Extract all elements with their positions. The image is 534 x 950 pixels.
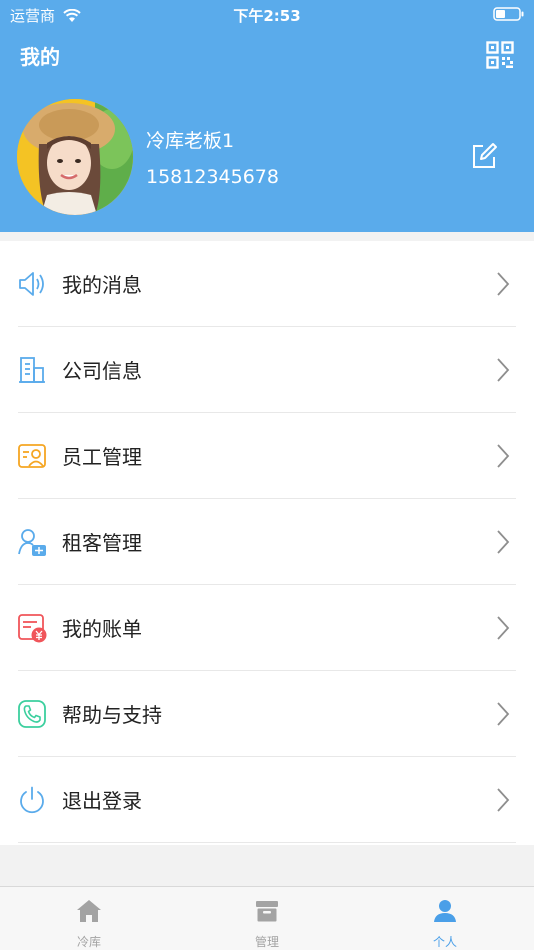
menu-item-label: 我的账单 [62, 617, 142, 641]
menu-item-label: 公司信息 [62, 359, 142, 383]
avatar[interactable] [17, 99, 133, 215]
staff-card-icon [18, 444, 46, 468]
tab-label: 管理 [254, 935, 279, 949]
page-title: 我的 [20, 45, 60, 69]
phone-support-icon [18, 700, 46, 728]
menu-item-label: 我的消息 [62, 273, 142, 297]
menu-item-my-bills[interactable]: 我的账单 [0, 585, 534, 671]
menu-item-label: 租客管理 [62, 531, 142, 555]
user-name: 冷库老板1 [146, 130, 235, 152]
edit-icon[interactable] [470, 142, 498, 170]
tab-management[interactable]: 管理 [178, 887, 356, 950]
menu-item-label: 帮助与支持 [62, 703, 162, 727]
tenant-icon [18, 529, 46, 556]
bill-icon [18, 614, 47, 643]
menu-item-staff-management[interactable]: 员工管理 [0, 413, 534, 499]
tab-cold-storage[interactable]: 冷库 [0, 887, 178, 950]
tab-personal[interactable]: 个人 [356, 887, 534, 950]
divider [18, 842, 516, 843]
avatar-photo [17, 99, 133, 215]
tab-bar: 冷库 管理 个人 [0, 886, 534, 950]
menu-item-help-support[interactable]: 帮助与支持 [0, 671, 534, 757]
chevron-right-icon [497, 272, 510, 296]
menu-list: 我的消息 公司信息 员工管理 租客管理 我的账单 帮助与支持 退出登录 [0, 241, 534, 845]
chevron-right-icon [497, 702, 510, 726]
status-time: 下午2:53 [233, 7, 301, 25]
person-icon [434, 900, 456, 922]
chevron-right-icon [497, 530, 510, 554]
chevron-right-icon [497, 358, 510, 382]
speaker-icon [19, 272, 44, 296]
menu-item-tenant-management[interactable]: 租客管理 [0, 499, 534, 585]
archive-box-icon [256, 901, 278, 922]
building-icon [19, 357, 45, 383]
menu-item-label: 员工管理 [62, 445, 142, 469]
menu-item-logout[interactable]: 退出登录 [0, 757, 534, 843]
power-icon [20, 786, 44, 814]
battery-icon [493, 7, 524, 21]
user-phone: 15812345678 [146, 166, 279, 188]
home-icon [77, 900, 101, 922]
qr-code-icon[interactable] [486, 41, 514, 69]
profile-header: 运营商 下午2:53 我的 冷库老板1 15812345678 [0, 0, 534, 232]
tab-label: 个人 [432, 935, 457, 949]
chevron-right-icon [497, 616, 510, 640]
status-bar: 运营商 下午2:53 [0, 0, 534, 28]
menu-item-label: 退出登录 [62, 789, 142, 813]
tab-label: 冷库 [76, 935, 101, 949]
chevron-right-icon [497, 788, 510, 812]
menu-item-messages[interactable]: 我的消息 [0, 241, 534, 327]
chevron-right-icon [497, 444, 510, 468]
menu-item-company-info[interactable]: 公司信息 [0, 327, 534, 413]
